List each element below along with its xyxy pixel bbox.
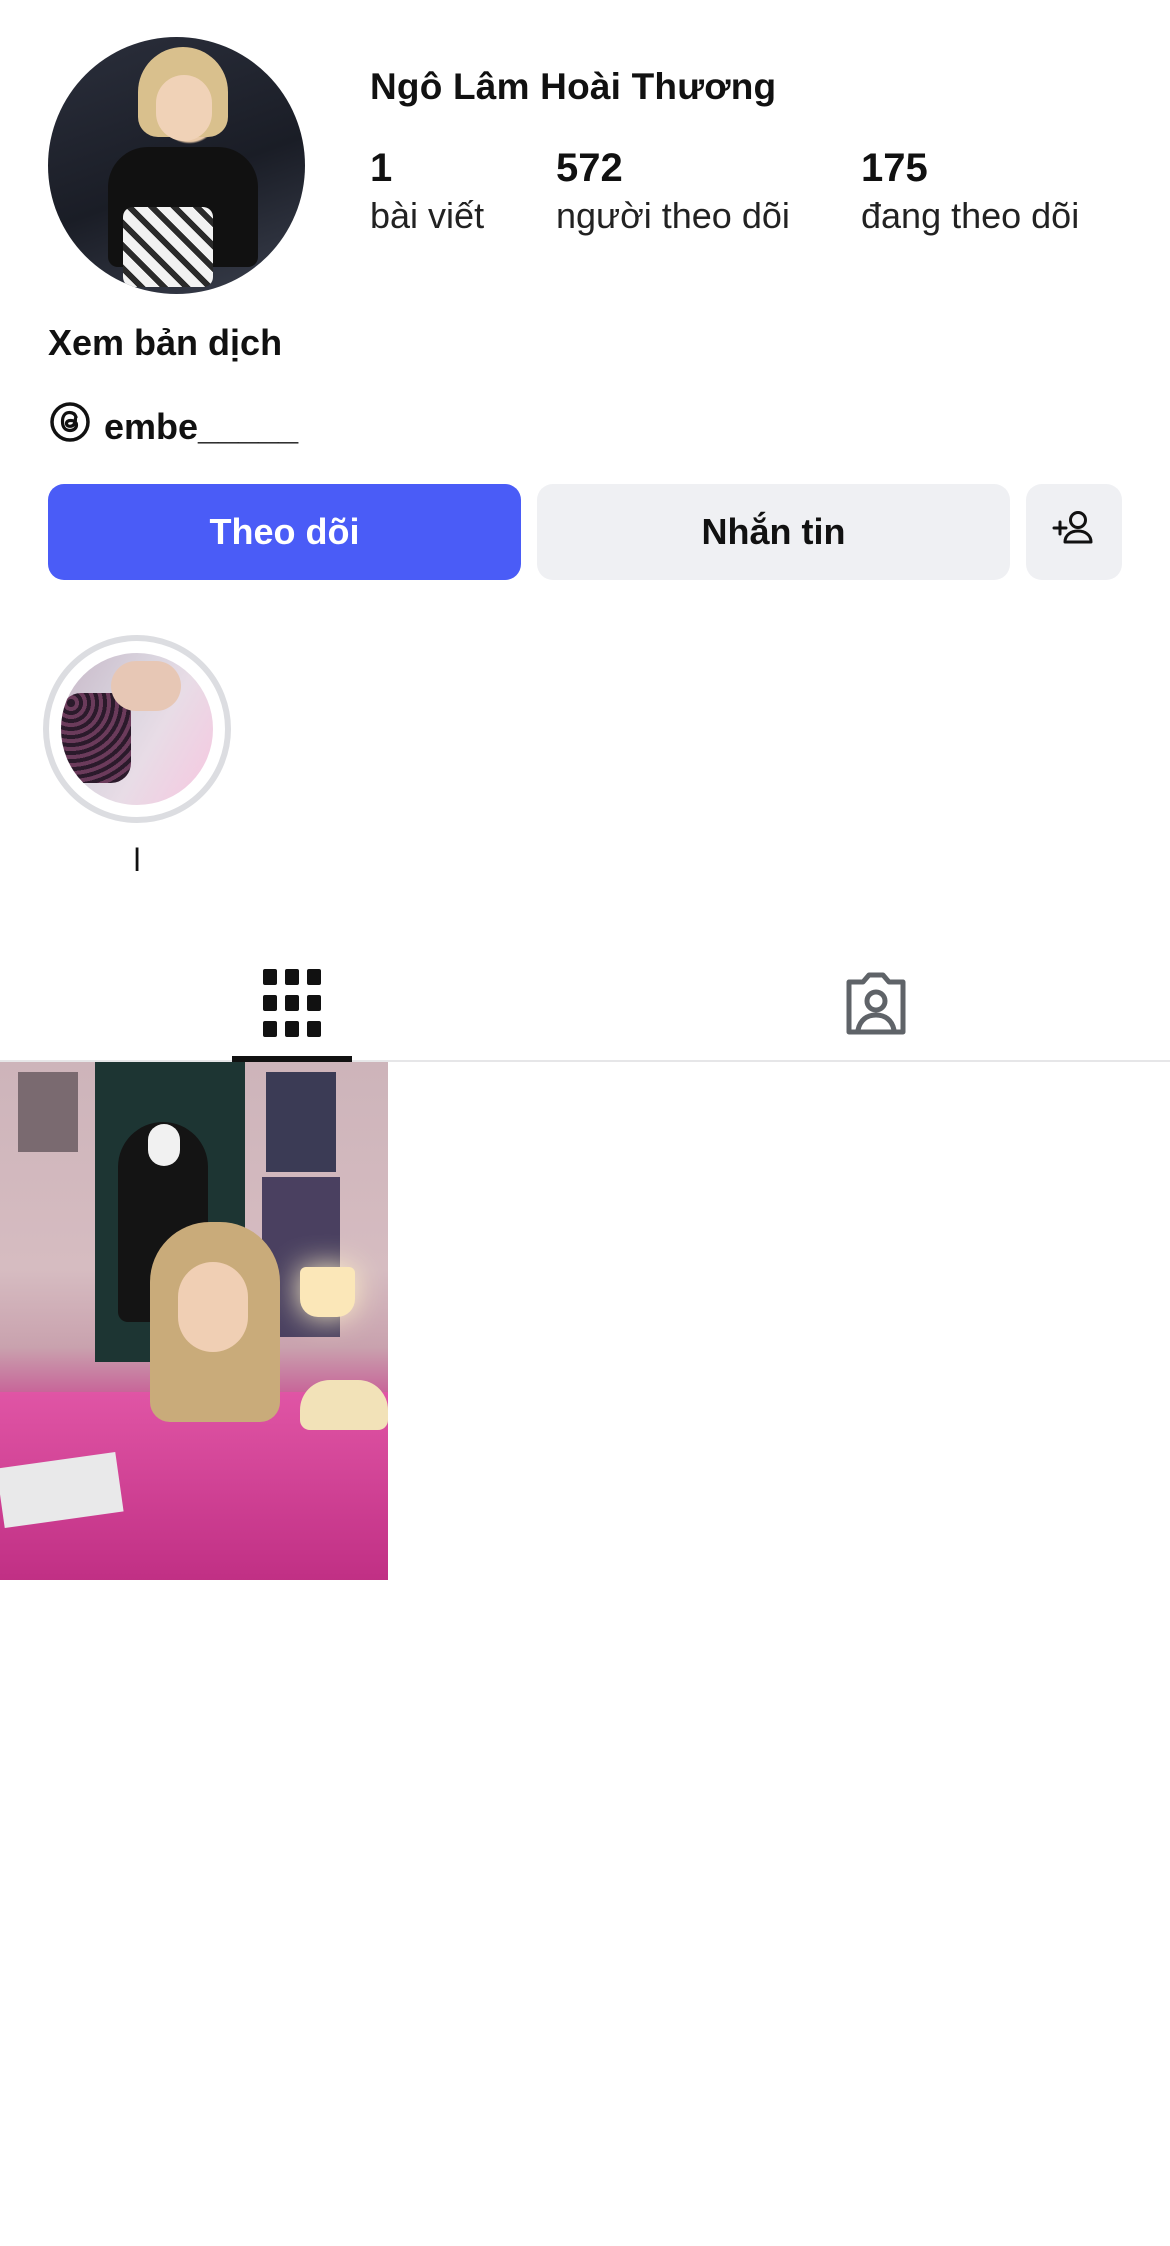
profile-avatar[interactable]	[48, 37, 305, 294]
stat-posts-count: 1	[370, 146, 393, 190]
highlight-cover	[61, 653, 213, 805]
stat-following-label: đang theo dõi	[861, 195, 1080, 236]
post-thumbnail[interactable]	[0, 1062, 388, 1580]
tab-posts-grid[interactable]	[232, 950, 352, 1062]
threads-link[interactable]: embe_____	[48, 400, 298, 453]
stat-posts[interactable]: 1 bài viết	[370, 146, 484, 237]
tab-tagged[interactable]	[816, 950, 936, 1060]
highlight-label: l	[133, 842, 141, 878]
profile-name: Ngô Lâm Hoài Thương	[370, 66, 777, 107]
message-button[interactable]: Nhắn tin	[537, 484, 1010, 580]
threads-handle: embe_____	[104, 405, 299, 447]
suggested-users-button[interactable]	[1026, 484, 1122, 580]
tagged-icon	[841, 968, 911, 1043]
stat-following[interactable]: 175 đang theo dõi	[861, 146, 1079, 237]
threads-icon	[48, 400, 92, 453]
follow-button[interactable]: Theo dõi	[48, 484, 521, 580]
stat-followers-label: người theo dõi	[556, 195, 790, 236]
stat-following-count: 175	[861, 146, 928, 190]
stat-posts-label: bài viết	[370, 195, 485, 236]
profile-tabs	[0, 950, 1170, 1062]
see-translation-link[interactable]: Xem bản dịch	[48, 322, 282, 364]
story-highlight[interactable]	[43, 635, 231, 823]
grid-icon	[263, 968, 321, 1042]
add-person-icon	[1050, 504, 1098, 561]
stat-followers[interactable]: 572 người theo dõi	[556, 146, 790, 237]
stat-followers-count: 572	[556, 146, 623, 190]
